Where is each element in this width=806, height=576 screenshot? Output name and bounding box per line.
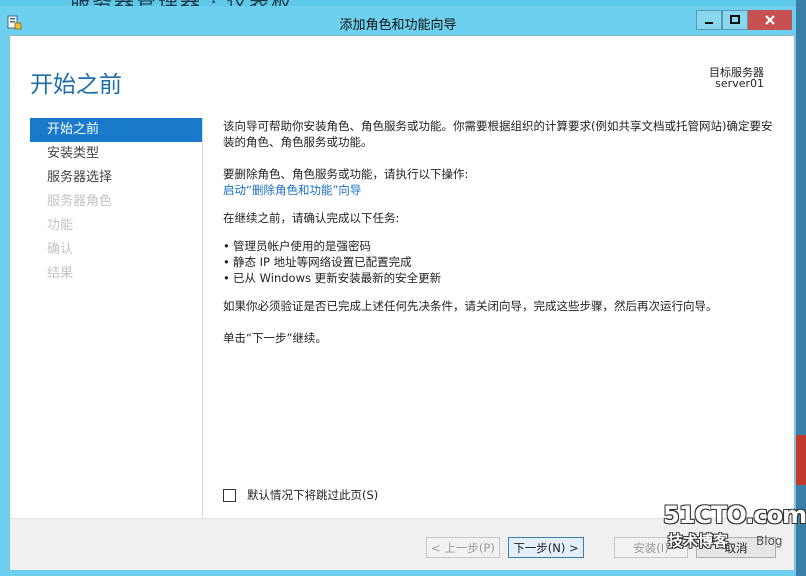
list-item: 静态 IP 地址等网络设置已配置完成: [223, 254, 783, 270]
destination-server-value: server01: [715, 77, 764, 90]
skip-page-row[interactable]: 默认情况下将跳过此页(S): [223, 487, 378, 503]
remove-roles-link[interactable]: 启动“删除角色和功能”向导: [223, 183, 361, 197]
next-button[interactable]: 下一步(N) >: [508, 537, 584, 558]
wizard-window: 添加角色和功能向导 开始之前 目标服务器 server01 开始之前 安装类型 …: [0, 6, 796, 576]
list-item: 管理员帐户使用的是强密码: [223, 238, 783, 254]
minimize-icon: [705, 22, 713, 24]
watermark: 51CTO.com 技术博客 Blog: [660, 500, 806, 560]
skip-page-label[interactable]: 默认情况下将跳过此页(S): [247, 487, 378, 503]
background-strip: [796, 0, 806, 576]
nav-item-results: 结果: [47, 266, 74, 281]
nav-item-before-you-begin[interactable]: 开始之前: [30, 118, 202, 142]
wizard-header: 开始之前 目标服务器 server01: [10, 36, 794, 112]
close-icon: [765, 15, 775, 25]
skip-page-checkbox[interactable]: [223, 488, 236, 502]
confirm-prompt: 在继续之前，请确认完成以下任务:: [223, 211, 400, 225]
nav-item-features: 功能: [47, 218, 74, 233]
wizard-content: 该向导可帮助你安装角色、角色服务或功能。你需要根据组织的计算要求(例如共享文档或…: [223, 118, 783, 346]
nav-item-server-selection[interactable]: 服务器选择: [30, 166, 202, 190]
nav-item-confirmation: 确认: [47, 242, 74, 257]
maximize-button[interactable]: [722, 10, 748, 30]
watermark-sub: 技术博客: [668, 532, 729, 550]
title-bar[interactable]: 添加角色和功能向导: [0, 6, 796, 36]
background-red-block: [796, 435, 806, 485]
nav-item-server-roles: 服务器角色: [47, 194, 113, 209]
close-button[interactable]: [748, 10, 792, 30]
window-title: 添加角色和功能向导: [339, 18, 457, 33]
continue-note: 单击“下一步”继续。: [223, 331, 327, 345]
maximize-icon: [730, 15, 740, 24]
remove-prompt: 要删除角色、角色服务或功能，请执行以下操作:: [223, 167, 469, 181]
task-list: 管理员帐户使用的是强密码 静态 IP 地址等网络设置已配置完成 已从 Windo…: [223, 238, 783, 286]
intro-text: 该向导可帮助你安装角色、角色服务或功能。你需要根据组织的计算要求(例如共享文档或…: [223, 119, 773, 149]
verify-note: 如果你必须验证是否已完成上述任何先决条件，请关闭向导，完成这些步骤，然后再次运行…: [223, 299, 718, 313]
minimize-button[interactable]: [696, 10, 722, 30]
wizard-nav: 开始之前 安装类型 服务器选择 服务器角色 功能 确认 结果: [30, 118, 203, 528]
wizard-client-area: 开始之前 目标服务器 server01 开始之前 安装类型 服务器选择 服务器角…: [9, 35, 795, 570]
list-item: 已从 Windows 更新安装最新的安全更新: [223, 270, 783, 286]
nav-item-installation-type[interactable]: 安装类型: [30, 142, 202, 166]
watermark-main: 51CTO.com: [663, 501, 806, 529]
page-title: 开始之前: [30, 72, 122, 98]
previous-button[interactable]: < 上一步(P): [426, 537, 500, 558]
watermark-blog: Blog: [756, 534, 783, 548]
